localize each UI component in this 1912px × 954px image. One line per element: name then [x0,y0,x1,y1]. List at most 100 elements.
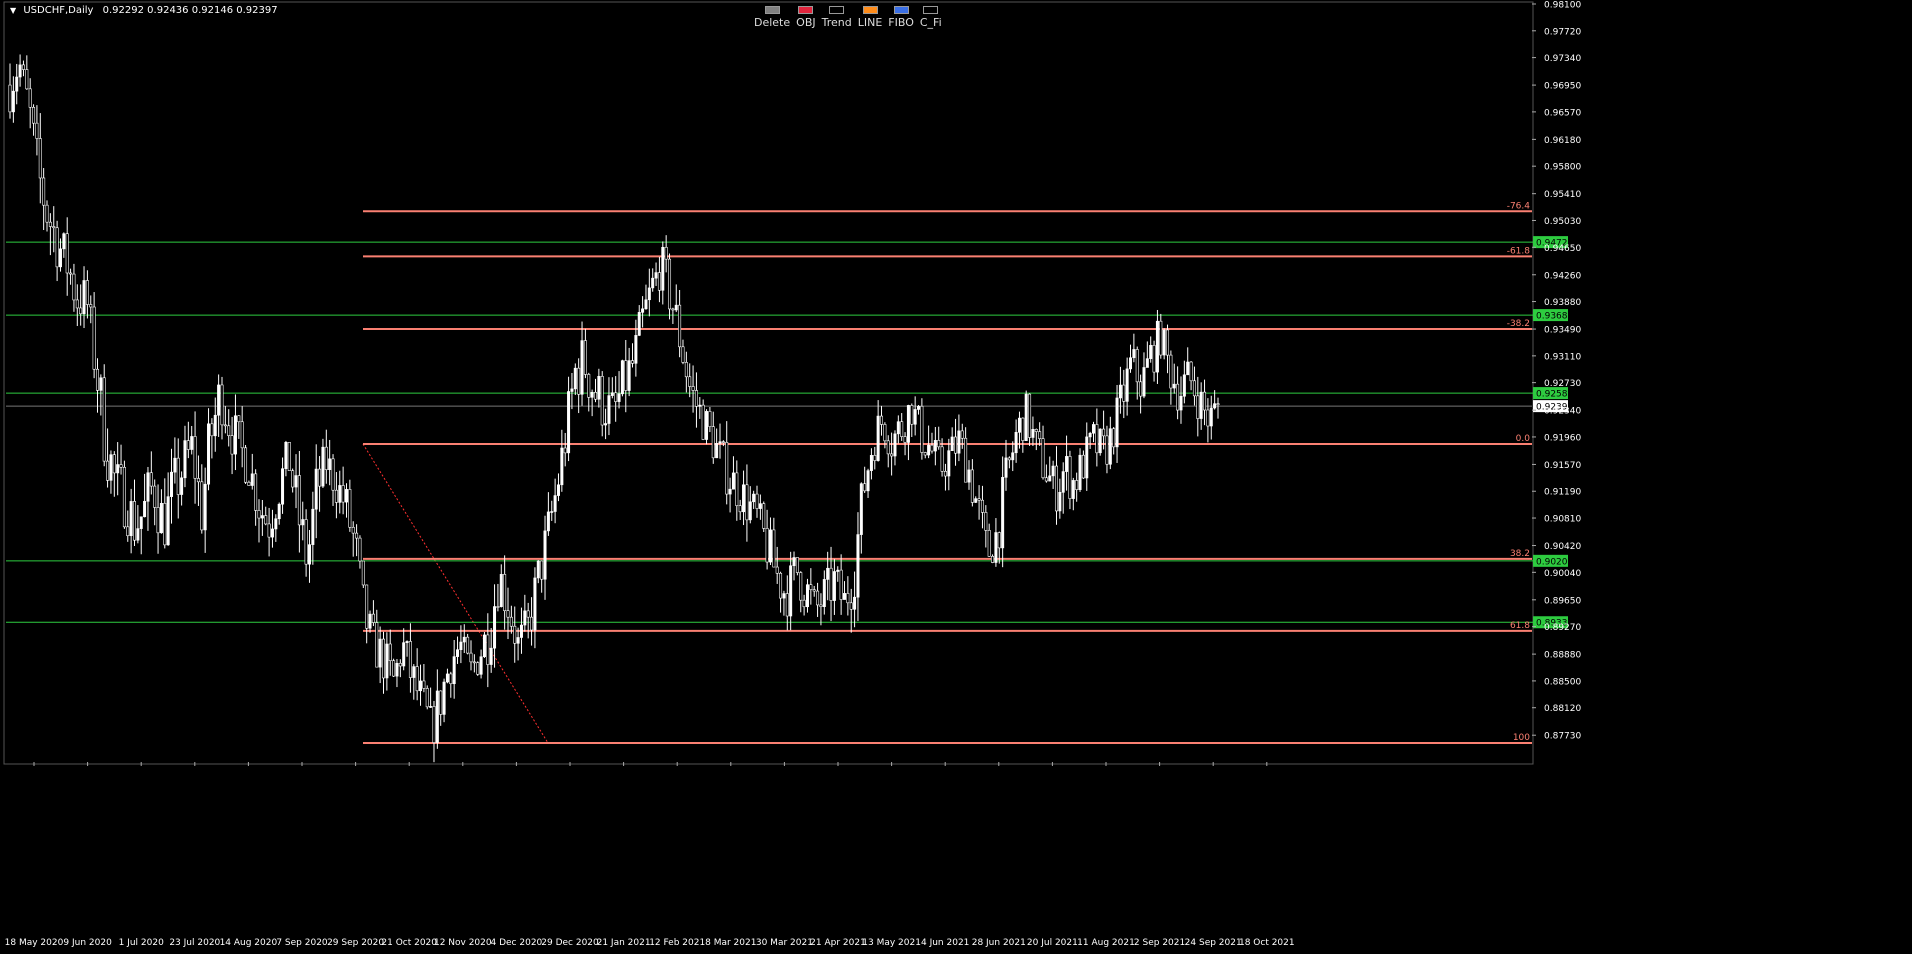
candle-body [254,473,258,511]
candle-body [452,656,456,685]
price-chart[interactable]: 0.947230.936880.925820.902030.89332-76.4… [0,0,1912,954]
candle-body [348,489,352,528]
price-tick-label: 0.96180 [1544,136,1581,146]
tool-label: FIBO [888,16,914,29]
level-price-label: 0.93688 [1536,312,1573,322]
candle-body [954,436,958,454]
candle-body [1044,477,1048,482]
candle-body [8,84,12,113]
candle-body [842,593,846,600]
candle-body [536,560,540,579]
candle-body [597,376,601,400]
tool-line-button[interactable]: LINE [858,6,882,29]
candle-body [903,436,907,443]
candle-body [1199,391,1203,419]
candle-body [1071,480,1075,499]
tool-delete-button[interactable]: Delete [754,6,790,29]
tool-obj-button[interactable]: OBJ [796,6,816,29]
candle-body [311,508,315,545]
candle-body [583,340,587,375]
fibo-swatch-icon [893,6,909,14]
price-tick-label: 0.88500 [1544,677,1581,687]
candle-body [45,204,49,223]
candle-body [159,502,163,534]
candle-body [146,472,150,502]
candle-body [1145,358,1149,368]
level-price-label: 0.92582 [1536,390,1573,400]
price-tick-label: 0.96950 [1544,82,1581,92]
tool-fibo-button[interactable]: FIBO [888,6,914,29]
candle-body [382,638,386,679]
candle-body [247,481,251,486]
candle-body [533,577,537,631]
candle-body [654,272,658,279]
candle-body [708,411,712,427]
candle-body [412,666,416,678]
candle-body [149,472,153,487]
price-tick-label: 0.97340 [1544,54,1581,64]
fibo-anchor-line [362,443,549,744]
candle-body [183,440,187,479]
candle-body [479,656,483,675]
candle-body [523,610,527,626]
candle-body [644,299,648,310]
candle-body [1051,465,1055,477]
candle-body [651,277,655,289]
price-tick-label: 0.93490 [1544,326,1581,336]
candle-body [344,489,348,503]
candle-body [55,227,59,268]
candle-body [301,519,305,526]
candle-body [950,436,954,451]
candle-body [933,440,937,452]
candle-body [509,616,513,627]
candle-body [1038,431,1042,439]
candle-body [324,446,328,470]
candle-body [869,455,873,471]
candle-body [573,367,577,390]
tool-label: C_Fi [919,16,942,29]
candle-body [937,440,941,448]
candle-body [997,532,1001,549]
candle-body [735,472,739,506]
candle-body [341,485,345,503]
candle-body [906,405,910,443]
candle-body [361,560,365,586]
candle-body [136,528,140,541]
candle-body [1011,452,1015,461]
tool-trend-button[interactable]: Trend [822,6,852,29]
candle-body [1192,380,1196,397]
candle-body [657,272,661,291]
candle-body [493,606,497,649]
candle-body [190,436,194,450]
candle-body [203,483,207,531]
fibo-level-label: 61.8 [1510,621,1530,631]
price-tick-label: 0.97720 [1544,27,1581,37]
candle-body [1152,345,1156,373]
candle-body [499,574,503,607]
candle-body [456,649,460,657]
candle-body [506,610,510,618]
candle-body [126,526,130,537]
candle-body [375,622,379,668]
line-swatch-icon [862,6,878,14]
candle-body [1028,393,1032,438]
fibo-level-label: 100 [1513,733,1530,743]
candle-body [1065,456,1069,472]
candle-body [503,574,507,611]
candle-body [1155,320,1159,373]
candle-body [859,483,863,535]
candle-body [217,384,221,416]
tool-cfi-button[interactable]: C_Fi [920,6,942,29]
tool-label: Delete [754,16,791,29]
candle-body [587,374,591,398]
candle-body [698,404,702,407]
candle-body [607,395,611,424]
candle-body [728,488,732,495]
candle-body [627,360,631,391]
candle-body [880,415,884,425]
candle-body [943,470,947,477]
dropdown-triangle-icon[interactable]: ▼ [10,6,16,15]
candle-body [755,493,759,509]
price-tick-label: 0.94650 [1544,244,1581,254]
candle-body [775,566,779,574]
